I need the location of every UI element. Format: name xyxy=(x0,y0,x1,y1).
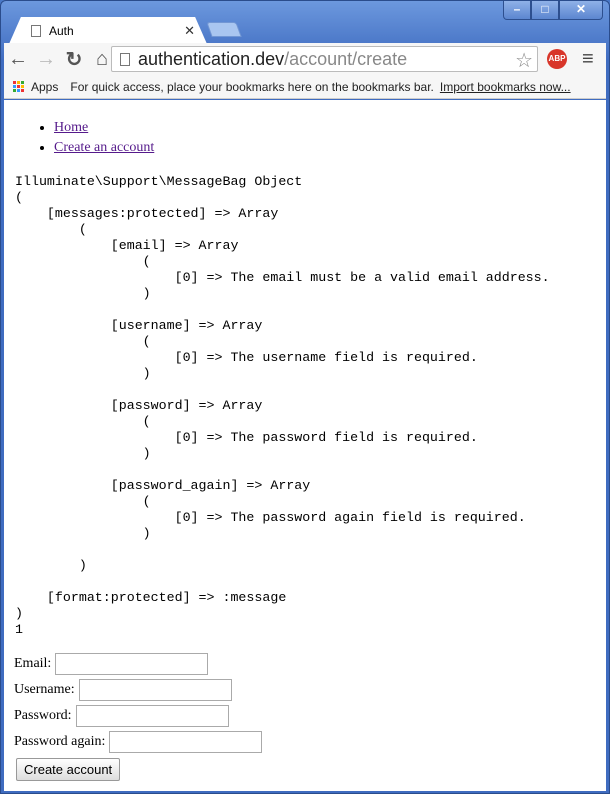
close-tab-icon[interactable]: ✕ xyxy=(184,23,195,39)
star-icon[interactable]: ☆ xyxy=(515,48,533,73)
adblock-icon[interactable]: ABP xyxy=(547,49,567,69)
password-field[interactable] xyxy=(75,705,229,727)
username-field[interactable] xyxy=(78,679,232,701)
browser-window: – □ ✕ Auth ✕ ← → ↻ ⌂ authentication.dev /… xyxy=(0,0,610,794)
apps-link[interactable]: Apps xyxy=(31,80,58,94)
nav-list: Home Create an account xyxy=(4,118,606,158)
bookmarks-hint: For quick access, place your bookmarks h… xyxy=(70,79,434,94)
toolbar: ← → ↻ ⌂ authentication.dev/account/creat… xyxy=(4,43,606,75)
minimize-button[interactable]: – xyxy=(503,1,531,20)
import-bookmarks-link[interactable]: Import bookmarks now... xyxy=(440,80,571,94)
create-account-link[interactable]: Create an account xyxy=(54,140,154,155)
create-account-form: Email: Username: Password: Password agai… xyxy=(14,651,263,781)
menu-icon[interactable]: ≡ xyxy=(582,48,594,71)
username-label: Username: xyxy=(14,682,75,697)
password-again-field[interactable] xyxy=(109,731,263,753)
apps-icon xyxy=(13,80,25,93)
debug-output: Illuminate\Support\MessageBag Object ( [… xyxy=(15,174,550,637)
new-tab-button[interactable] xyxy=(206,22,242,37)
password-label: Password: xyxy=(14,708,72,723)
url-path: /account/create xyxy=(284,48,408,69)
back-icon[interactable]: ← xyxy=(4,48,32,71)
create-account-button[interactable]: Create account xyxy=(16,758,121,781)
forward-icon[interactable]: → xyxy=(32,48,60,71)
tab-auth[interactable]: Auth ✕ xyxy=(9,17,207,44)
home-link[interactable]: Home xyxy=(54,120,88,135)
page-content: Home Create an account Illuminate\Suppor… xyxy=(4,100,606,791)
page-icon xyxy=(120,52,130,66)
tab-title: Auth xyxy=(49,23,74,38)
page-icon xyxy=(31,24,41,37)
maximize-button[interactable]: □ xyxy=(531,1,559,20)
password-again-label: Password again: xyxy=(14,734,106,749)
email-field[interactable] xyxy=(55,653,209,675)
url-host: authentication.dev xyxy=(138,48,285,69)
email-label: Email: xyxy=(14,656,52,671)
address-bar[interactable]: authentication.dev/account/create ☆ xyxy=(111,46,538,72)
close-window-button[interactable]: ✕ xyxy=(559,1,603,20)
bookmarks-bar: Apps For quick access, place your bookma… xyxy=(4,75,606,99)
reload-icon[interactable]: ↻ xyxy=(60,47,88,72)
